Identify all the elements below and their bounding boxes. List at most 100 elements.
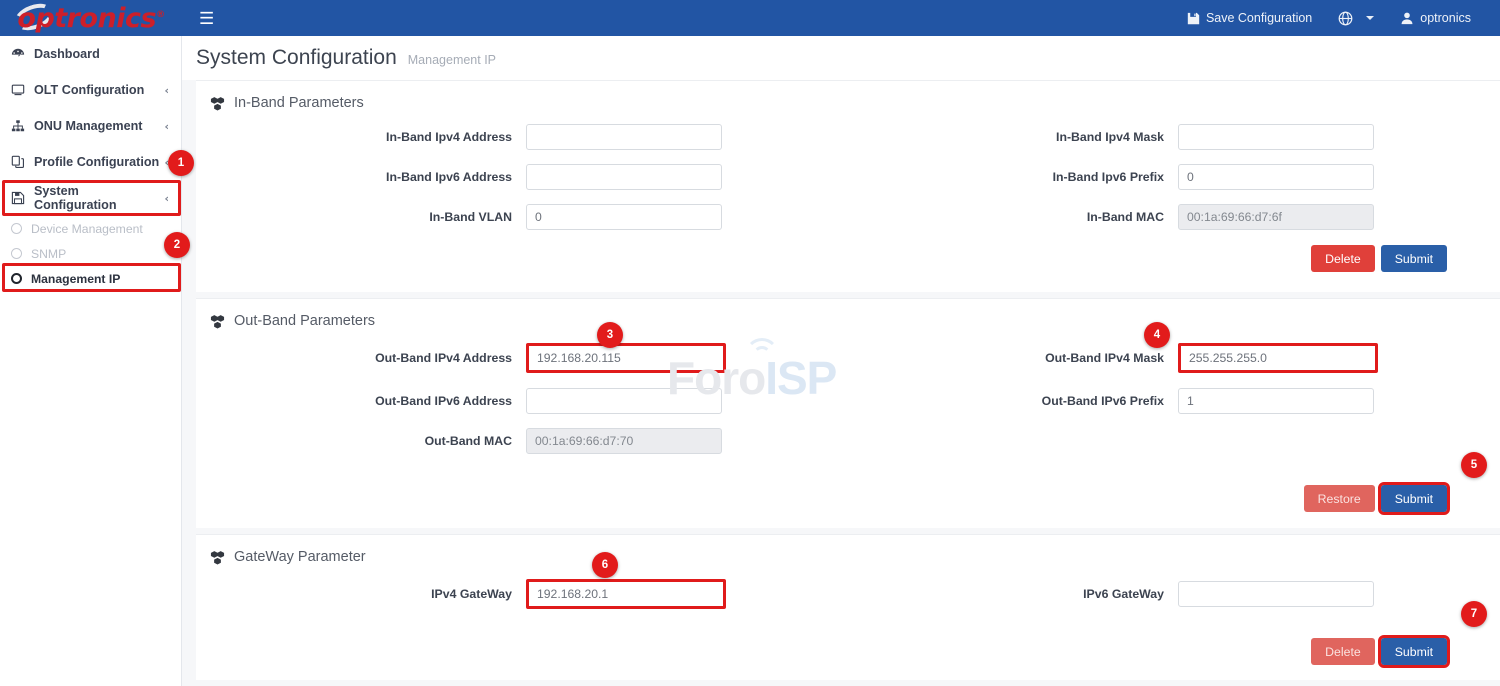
section-actions: Delete Submit [196,237,1500,288]
field-group: Out-Band IPv4 Address [196,343,848,373]
floppy-disk-icon [11,191,30,205]
form-row: In-Band VLAN In-Band MAC [196,197,1500,237]
brand-name: optronics® [17,5,164,32]
section-gateway-parameter: GateWay Parameter IPv4 GateWay IPv6 Gate… [196,534,1500,680]
form-row: In-Band Ipv6 Address In-Band Ipv6 Prefix [196,157,1500,197]
step-badge-5: 5 [1461,452,1487,478]
form-row: Out-Band MAC [196,421,1500,461]
language-selector[interactable] [1325,0,1387,36]
sidebar-item-label: Profile Configuration [34,155,159,169]
in-band-vlan-input[interactable] [526,204,722,230]
sidebar-item-profile-configuration[interactable]: Profile Configuration ‹ [0,144,181,180]
sidebar-item-onu-management[interactable]: ONU Management ‹ [0,108,181,144]
section-title-label: GateWay Parameter [234,549,366,565]
field-group: IPv6 GateWay [848,581,1500,607]
copy-icon [11,155,30,169]
step-badge-7: 7 [1461,601,1487,627]
out-band-submit-button[interactable]: Submit [1381,485,1447,512]
sidebar-item-label: Dashboard [34,47,100,61]
chevron-left-icon: ‹ [164,192,169,205]
field-label: In-Band Ipv4 Mask [848,130,1178,144]
in-band-submit-button[interactable]: Submit [1381,245,1447,272]
field-label: In-Band MAC [848,210,1178,224]
user-icon [1400,11,1414,25]
sidebar-item-system-configuration[interactable]: System Configuration ‹ [0,180,181,216]
in-band-ipv6-prefix-input[interactable] [1178,164,1374,190]
sidebar-item-label: OLT Configuration [34,83,144,97]
field-group: In-Band VLAN [196,204,848,230]
out-band-ipv4-address-input[interactable] [526,343,726,373]
field-label: In-Band Ipv4 Address [196,130,526,144]
page-title: System Configuration [196,46,397,70]
sidebar-nav: Dashboard OLT Configuration ‹ ONU Manage… [0,36,182,686]
field-label: In-Band Ipv6 Address [196,170,526,184]
save-configuration-button[interactable]: Save Configuration [1174,0,1325,36]
sidebar-subitem-device-management[interactable]: Device Management [0,216,181,241]
field-label: Out-Band IPv6 Prefix [848,394,1178,408]
gateway-submit-button[interactable]: Submit [1381,638,1447,665]
dashboard-icon [11,47,30,61]
cubes-icon [210,314,225,329]
section-out-band-parameters: Out-Band Parameters Out-Band IPv4 Addres… [196,298,1500,528]
floppy-disk-icon [1187,12,1200,25]
sidebar-item-dashboard[interactable]: Dashboard [0,36,181,72]
circle-icon [11,248,22,259]
topbar-right-group: Save Configuration optronics [1174,0,1500,36]
save-configuration-label: Save Configuration [1206,11,1312,25]
field-label: Out-Band IPv4 Address [196,351,526,365]
out-band-restore-button[interactable]: Restore [1304,485,1375,512]
field-group: In-Band Ipv6 Prefix [848,164,1500,190]
field-label: In-Band Ipv6 Prefix [848,170,1178,184]
globe-icon [1338,11,1353,26]
hamburger-icon[interactable]: ☰ [192,6,221,31]
chevron-down-icon [1366,16,1374,20]
gateway-delete-button[interactable]: Delete [1311,638,1375,665]
chevron-left-icon: ‹ [164,84,169,97]
sidebar-subitem-snmp[interactable]: SNMP [0,241,181,266]
field-group: Out-Band IPv6 Prefix [848,388,1500,414]
field-label: In-Band VLAN [196,210,526,224]
section-title: Out-Band Parameters [196,299,1500,335]
field-label: IPv6 GateWay [848,587,1178,601]
form-row: Out-Band IPv4 Address Out-Band IPv4 Mask [196,335,1500,381]
in-band-mac-input [1178,204,1374,230]
in-band-delete-button[interactable]: Delete [1311,245,1375,272]
sidebar-subitem-label: Device Management [31,222,143,236]
section-actions: Restore Submit [196,461,1500,528]
ipv4-gateway-input[interactable] [526,579,726,609]
sidebar-subitem-label: Management IP [31,272,120,286]
field-group: In-Band Ipv4 Address [196,124,848,150]
top-navbar: optronics® ☰ Save Configuration optronic… [0,0,1500,36]
field-group: In-Band MAC [848,204,1500,230]
breadcrumb: Management IP [408,53,496,67]
form-row: Out-Band IPv6 Address Out-Band IPv6 Pref… [196,381,1500,421]
step-badge-1: 1 [168,150,194,176]
out-band-ipv4-mask-input[interactable] [1178,343,1378,373]
out-band-ipv6-prefix-input[interactable] [1178,388,1374,414]
monitor-icon [11,83,30,97]
ipv6-gateway-input[interactable] [1178,581,1374,607]
field-label: Out-Band IPv6 Address [196,394,526,408]
field-group: IPv4 GateWay [196,579,848,609]
cubes-icon [210,96,225,111]
out-band-mac-input [526,428,722,454]
registered-mark: ® [156,10,165,20]
form-row: IPv4 GateWay IPv6 GateWay [196,571,1500,617]
in-band-ipv6-address-input[interactable] [526,164,722,190]
in-band-ipv4-address-input[interactable] [526,124,722,150]
section-title: In-Band Parameters [196,81,1500,117]
brand-logo[interactable]: optronics® [0,0,182,36]
section-title-label: In-Band Parameters [234,95,364,111]
section-title-label: Out-Band Parameters [234,313,375,329]
circle-icon [11,223,22,234]
sidebar-item-olt-configuration[interactable]: OLT Configuration ‹ [0,72,181,108]
in-band-ipv4-mask-input[interactable] [1178,124,1374,150]
username-label: optronics [1420,11,1471,25]
step-badge-4: 4 [1144,322,1170,348]
sidebar-subitem-management-ip[interactable]: Management IP [0,266,181,291]
user-menu[interactable]: optronics [1387,0,1484,36]
step-badge-3: 3 [597,322,623,348]
out-band-ipv6-address-input[interactable] [526,388,722,414]
sitemap-icon [11,119,30,133]
field-group: In-Band Ipv6 Address [196,164,848,190]
